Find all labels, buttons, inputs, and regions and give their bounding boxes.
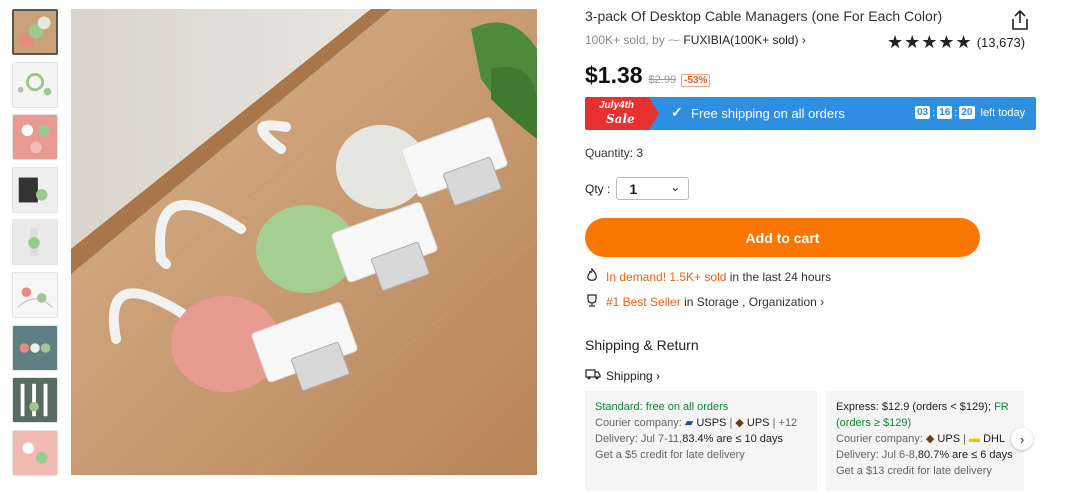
express-title-c: (orders ≥ $129) [836,417,912,429]
ups-icon: ◆ [925,433,935,445]
chevron-right-icon: › [816,294,825,309]
thumbnail-7[interactable] [12,324,58,371]
dhl-icon: ▬ [969,433,981,445]
best-seller-rest: in Storage , Organization [684,294,817,309]
express-courier: Courier company: ◆ UPS | ▬ DHL [836,433,1006,445]
timer-seconds: 20 [959,106,975,119]
usps-icon: ▰ [684,417,694,429]
express-credit: Get a $13 credit for late delivery [836,465,992,477]
standard-shipping-card[interactable]: Standard: free on all orders Courier com… [585,391,817,491]
express-shipping-card[interactable]: Express: $12.9 (orders < $129); FR (orde… [826,391,1024,491]
thumbnail-8[interactable] [12,377,58,424]
demand-highlight: In demand! 1.5K+ sold [606,269,727,284]
qty-label: Qty : [585,181,611,196]
thumbnail-9[interactable] [12,429,58,476]
next-arrow-button[interactable]: › [1011,428,1033,450]
ups-icon: ◆ [735,417,744,429]
demand-rest: in the last 24 hours [729,269,832,284]
chevron-down-icon: ⌄ [670,180,681,194]
sold-count: 100K+ sold, by [585,33,665,47]
star-rating-icon: ★★★★★ [887,32,973,52]
discount-badge: -53% [681,74,711,87]
express-title: Express: $12.9 (orders < $129); FR [836,399,1014,415]
main-product-image[interactable] [71,9,537,475]
rating-count: (13,673) [976,35,1026,50]
demand-info: In demand! 1.5K+ sold in the last 24 hou… [585,267,832,285]
express-title-b: FR [994,401,1009,413]
standard-courier: Courier company: ▰ USPS | ◆ UPS | +12 [595,417,798,429]
courier-ups: UPS [746,417,770,429]
shipping-return-heading: Shipping & Return [585,337,699,353]
rating[interactable]: ★★★★★ (13,673) [887,32,1025,53]
trophy-icon [585,293,599,310]
thumbnail-list [12,9,60,482]
timer-minutes: 16 [937,106,953,119]
express-delivery: Delivery: Jul 6-8,80.7% are ≤ 6 days [836,447,1014,463]
chevron-right-icon: › [652,368,661,383]
quantity-select[interactable]: 1 ⌄ [616,177,690,200]
chevron-right-icon: › [1019,431,1025,447]
sale-line-1: July4th [599,100,635,111]
standard-credit: Get a $5 credit for late delivery [595,449,745,461]
best-seller-highlight: #1 Best Seller [606,294,681,309]
thumbnail-2[interactable] [12,61,58,108]
thumbnail-3[interactable] [12,114,58,161]
courier-label: Courier company: [595,417,682,429]
sale-line-2: Sale [606,112,635,126]
current-price: $1.38 [585,62,643,88]
thumbnail-1[interactable] [12,9,58,55]
timer-suffix: left today [980,106,1026,119]
best-seller-link[interactable]: #1 Best Seller in Storage , Organization… [585,293,824,310]
delivery-pct: 83.4% are ≤ 10 days [682,433,784,445]
price-row: $1.38 $2.99 -53% [585,62,711,89]
courier-usps: USPS [696,417,727,429]
promo-banner: July4th Sale ✓ Free shipping on all orde… [585,97,1036,130]
chevron-right-icon: › [801,33,806,47]
store-logo-icon: ⁓ [668,33,681,47]
shipping-link-label: Shipping [606,368,653,383]
timer-hours: 03 [915,106,931,119]
seller-line: 100K+ sold, by ⁓ FUXIBIA(100K+ sold) › [585,33,806,47]
thumbnail-6[interactable] [12,271,58,318]
courier-ups: UPS [937,433,961,445]
original-price: $2.99 [648,74,677,86]
thumbnail-5[interactable] [12,219,58,266]
store-link[interactable]: FUXIBIA(100K+ sold) [683,33,798,47]
quantity-value: 1 [629,181,638,197]
product-title: 3-pack Of Desktop Cable Managers (one Fo… [585,8,943,24]
quantity-summary: Quantity: 3 [585,146,644,160]
quantity-row: Qty : 1 ⌄ [585,177,690,200]
truck-icon [585,368,601,383]
sale-badge: July4th Sale [585,97,659,130]
delivery-dates: Delivery: Jul 6-8, [836,449,918,461]
delivery-pct: 80.7% are ≤ 6 days [917,449,1013,461]
courier-more: +12 [778,417,798,429]
add-to-cart-button[interactable]: Add to cart [585,218,980,257]
express-title-a: Express: $12.9 (orders < $129); [836,401,991,413]
standard-delivery: Delivery: Jul 7-11,83.4% are ≤ 10 days [595,431,807,447]
countdown-timer: 03: 16: 20 left today [915,106,1026,119]
free-shipping-text: Free shipping on all orders [691,106,845,121]
flame-icon [585,267,599,285]
check-icon: ✓ [671,104,683,120]
shipping-link[interactable]: Shipping › [585,368,660,383]
courier-label: Courier company: [836,433,923,445]
delivery-dates: Delivery: Jul 7-11, [595,433,683,445]
courier-dhl: DHL [983,433,1006,445]
standard-title: Standard: free on all orders [595,401,729,413]
thumbnail-4[interactable] [12,166,58,213]
share-icon[interactable] [1010,9,1030,31]
